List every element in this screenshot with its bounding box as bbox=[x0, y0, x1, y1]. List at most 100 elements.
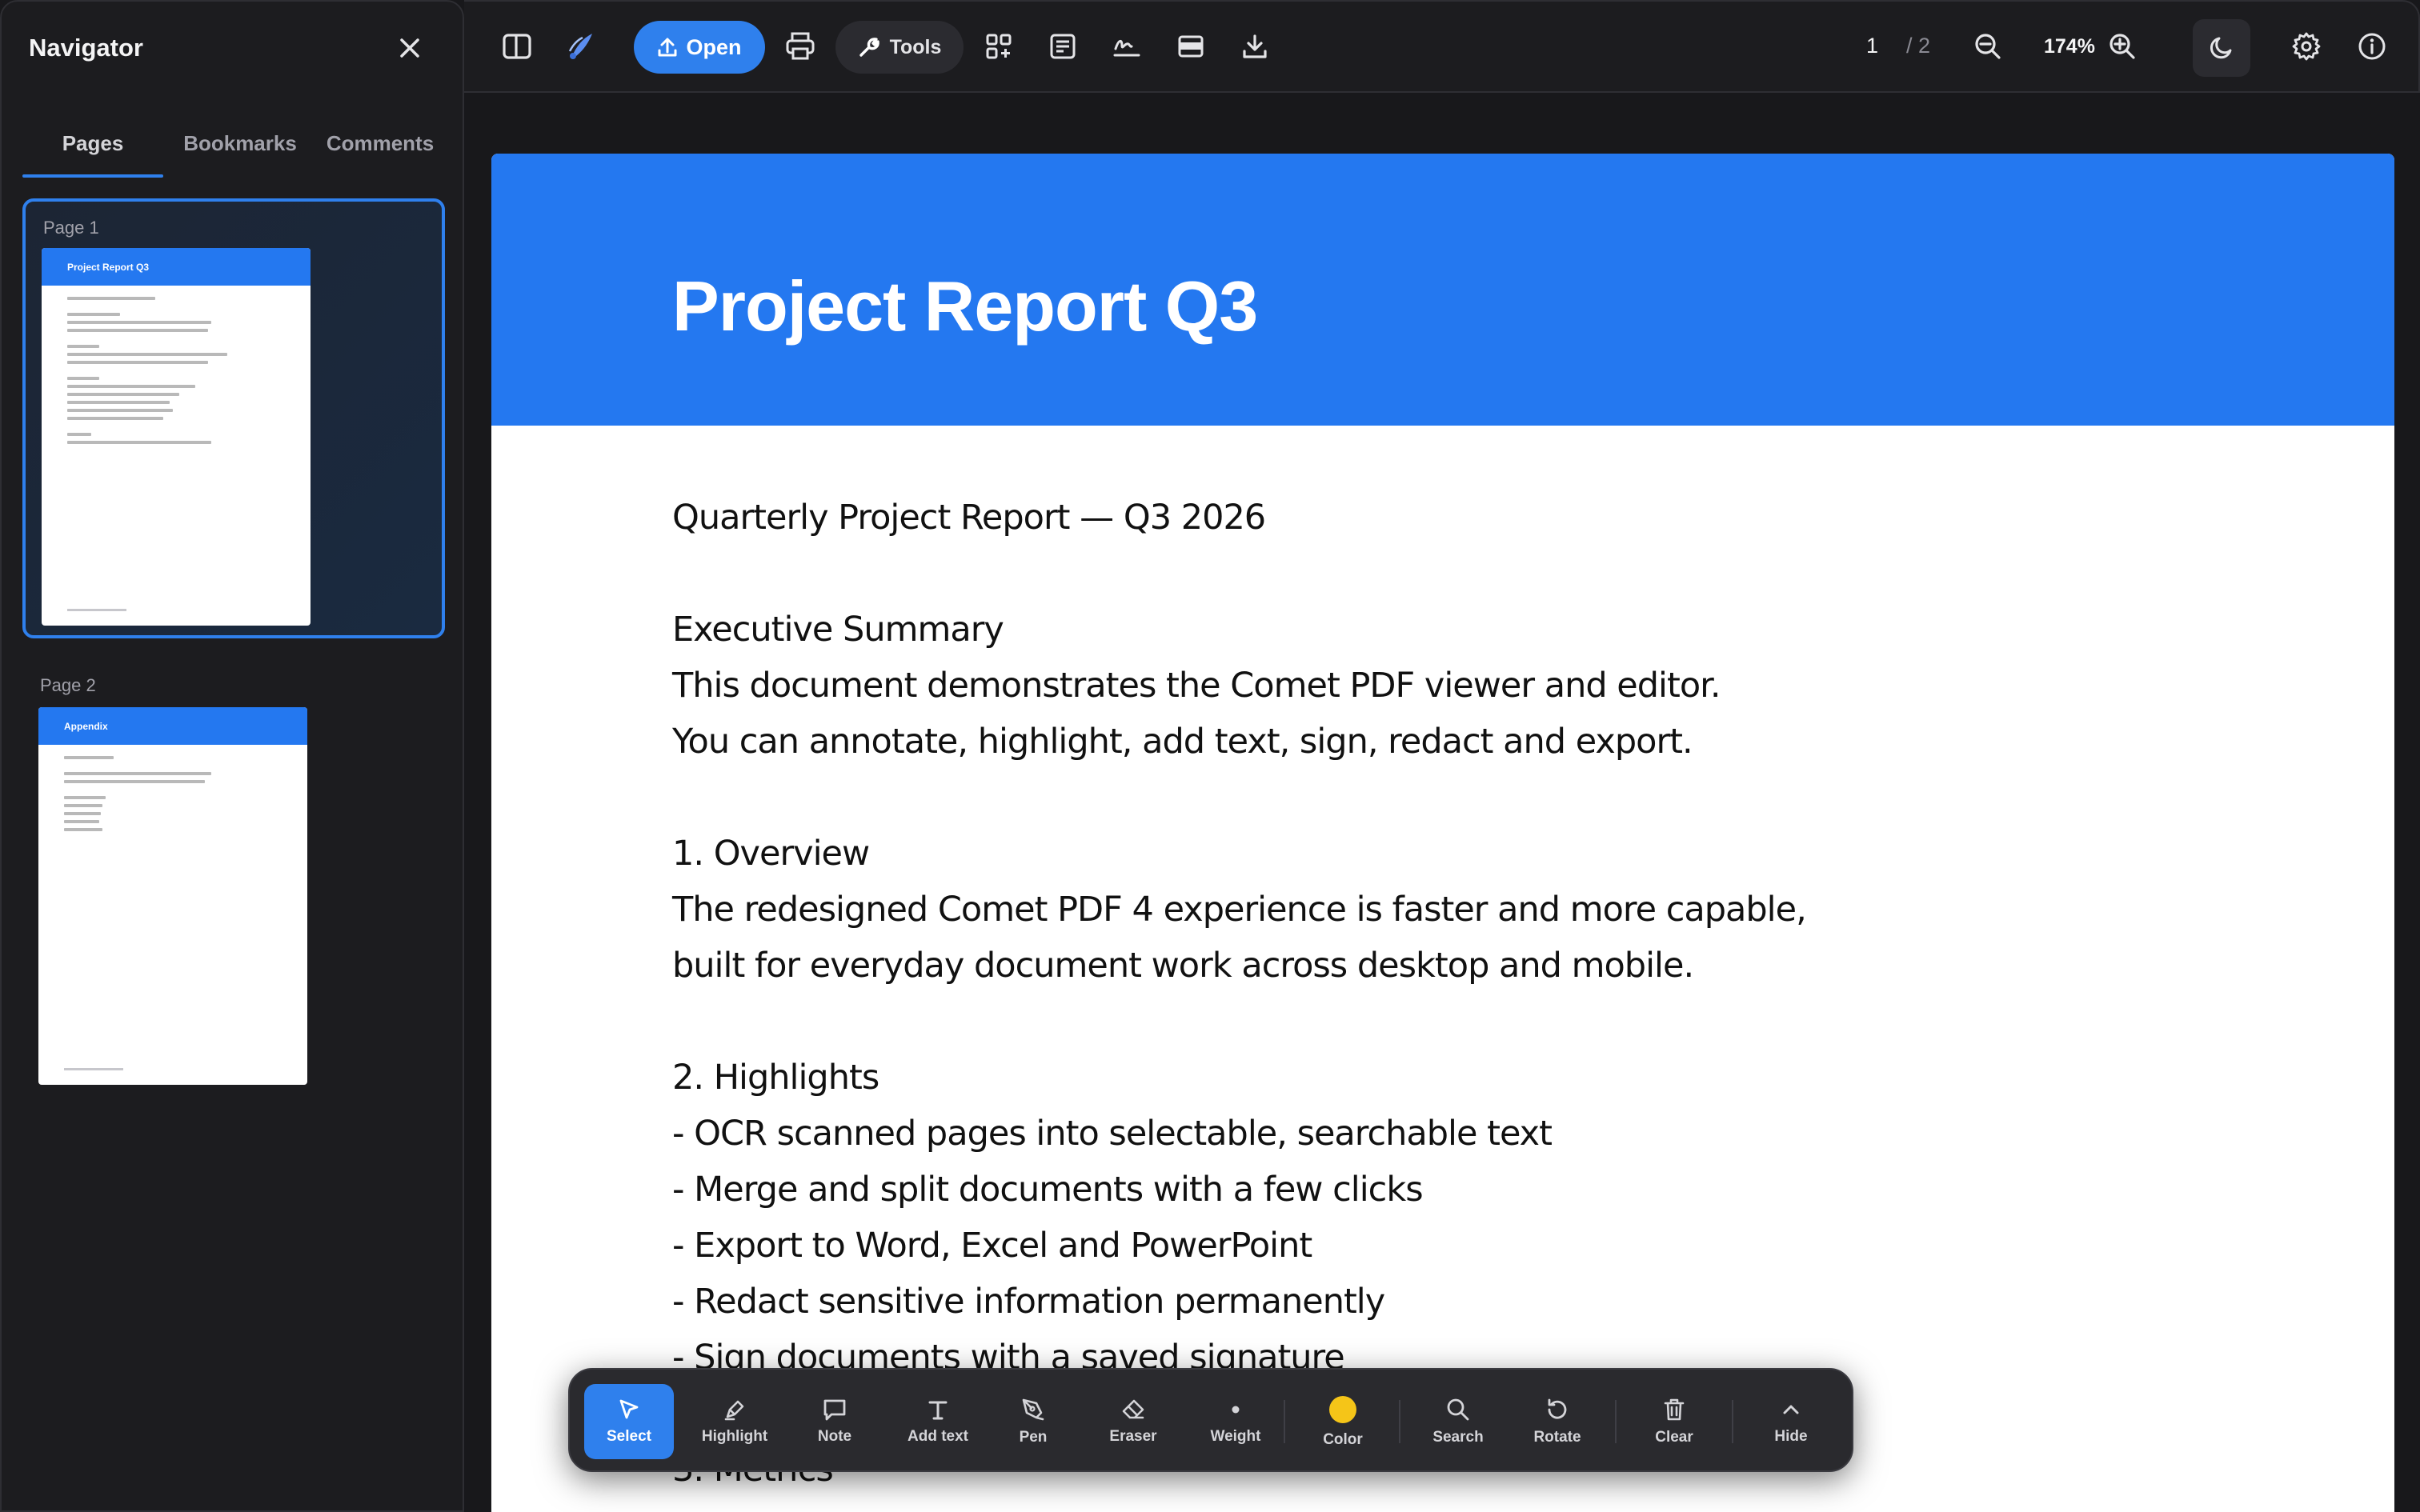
wrench-icon bbox=[859, 38, 879, 57]
toolbar-divider bbox=[1284, 1400, 1285, 1443]
weight-tool-label: Weight bbox=[1210, 1428, 1261, 1445]
thumbnail-label: Page 2 bbox=[40, 675, 96, 695]
gear-icon[interactable] bbox=[2286, 26, 2327, 67]
document-line: This document demonstrates the Comet PDF… bbox=[672, 666, 1721, 706]
page-thumbnail-1[interactable]: Page 1 Project Report Q3 bbox=[22, 198, 445, 638]
toolbar-divider bbox=[1732, 1400, 1733, 1443]
eraser-tool-label: Eraser bbox=[1109, 1428, 1157, 1445]
pen-tool-label: Pen bbox=[1019, 1429, 1048, 1446]
tools-button-label: Tools bbox=[889, 35, 942, 58]
document-title: Project Report Q3 bbox=[672, 266, 1258, 346]
upload-icon bbox=[658, 38, 677, 57]
trash-icon bbox=[1664, 1398, 1685, 1421]
highlight-tool-button[interactable]: Highlight bbox=[690, 1384, 779, 1459]
clear-tool-label: Clear bbox=[1655, 1429, 1693, 1446]
info-icon[interactable] bbox=[2351, 26, 2393, 67]
search-tool-button[interactable]: Search bbox=[1413, 1384, 1503, 1459]
comet-logo-icon[interactable] bbox=[560, 26, 602, 67]
document-header-band: Project Report Q3 bbox=[491, 154, 2394, 426]
thumbnail-preview: Appendix bbox=[38, 707, 307, 1085]
document-line: Quarterly Project Report — Q3 2026 bbox=[672, 498, 1266, 538]
sidebar-toggle-icon[interactable] bbox=[496, 26, 538, 67]
pen-icon bbox=[1022, 1398, 1044, 1421]
thumbnail-text-lines bbox=[38, 745, 307, 831]
document-body: Quarterly Project Report — Q3 2026 Execu… bbox=[672, 490, 1807, 1498]
pdf-page[interactable]: Project Report Q3 Quarterly Project Repo… bbox=[491, 154, 2394, 1512]
thumbnail-heading: Project Report Q3 bbox=[42, 248, 311, 286]
thumbnail-footer bbox=[67, 609, 126, 611]
thumbnail-preview: Project Report Q3 bbox=[42, 248, 311, 626]
select-tool-button[interactable]: Select bbox=[584, 1384, 674, 1459]
note-icon bbox=[823, 1399, 846, 1421]
dot-icon bbox=[1232, 1406, 1240, 1414]
document-line: You can annotate, highlight, add text, s… bbox=[672, 722, 1693, 762]
print-icon[interactable] bbox=[779, 26, 821, 67]
document-line: The redesigned Comet PDF 4 experience is… bbox=[672, 890, 1807, 930]
toolbar-divider bbox=[1399, 1400, 1400, 1443]
thumbnail-label: Page 1 bbox=[43, 218, 99, 238]
highlighter-icon bbox=[724, 1400, 744, 1421]
page-thumbnail-2[interactable]: Page 2 Appendix bbox=[22, 662, 445, 1094]
document-line: Executive Summary bbox=[672, 610, 1004, 650]
tools-button[interactable]: Tools bbox=[835, 21, 964, 74]
eraser-icon bbox=[1122, 1399, 1144, 1419]
note-tool-button[interactable]: Note bbox=[795, 1384, 874, 1459]
toolbar-divider bbox=[1615, 1400, 1617, 1443]
close-icon[interactable] bbox=[394, 32, 426, 64]
open-button[interactable]: Open bbox=[634, 21, 765, 74]
note-tool-label: Note bbox=[817, 1428, 852, 1445]
zoom-in-icon[interactable] bbox=[2101, 26, 2143, 67]
weight-tool-button[interactable]: Weight bbox=[1191, 1384, 1280, 1459]
document-line: - OCR scanned pages into selectable, sea… bbox=[672, 1114, 1553, 1154]
color-swatch-icon bbox=[1329, 1396, 1356, 1423]
moon-icon bbox=[2210, 37, 2232, 59]
rotate-icon bbox=[1548, 1398, 1567, 1419]
annotation-toolbar: Select Highlight Note Add text Pen Erase… bbox=[568, 1368, 1853, 1472]
redact-icon[interactable] bbox=[1170, 26, 1212, 67]
color-tool-button[interactable]: Color bbox=[1298, 1384, 1388, 1459]
cursor-icon bbox=[619, 1399, 639, 1419]
hide-toolbar-label: Hide bbox=[1774, 1428, 1808, 1445]
zoom-out-icon[interactable] bbox=[1967, 26, 2009, 67]
search-icon bbox=[1447, 1398, 1469, 1421]
thumbnail-footer bbox=[64, 1068, 123, 1070]
dark-mode-toggle[interactable] bbox=[2193, 19, 2250, 77]
chevron-up-icon bbox=[1783, 1405, 1799, 1414]
document-line: - Redact sensitive information permanent… bbox=[672, 1282, 1385, 1322]
pen-tool-button[interactable]: Pen bbox=[994, 1384, 1072, 1459]
document-line: 2. Highlights bbox=[672, 1058, 879, 1098]
thumbnail-heading: Appendix bbox=[38, 707, 307, 745]
thumbnail-text-lines bbox=[42, 286, 311, 444]
current-page[interactable]: 1 bbox=[1866, 34, 1878, 58]
form-icon[interactable] bbox=[1042, 26, 1084, 67]
main-toolbar: Open Tools 1 / 2 174% bbox=[464, 0, 2420, 93]
total-pages: / 2 bbox=[1906, 34, 1931, 58]
tab-comments[interactable]: Comments bbox=[312, 122, 448, 178]
open-button-label: Open bbox=[686, 34, 742, 59]
rotate-tool-label: Rotate bbox=[1533, 1429, 1581, 1446]
navigator-title: Navigator bbox=[29, 34, 143, 62]
rotate-tool-button[interactable]: Rotate bbox=[1512, 1384, 1602, 1459]
navigator-sidebar: Navigator Pages Bookmarks Comments Page … bbox=[0, 0, 464, 1512]
hide-toolbar-button[interactable]: Hide bbox=[1746, 1384, 1836, 1459]
navigator-tabs: Pages Bookmarks Comments bbox=[22, 122, 443, 179]
signature-icon[interactable] bbox=[1106, 26, 1148, 67]
add-text-tool-label: Add text bbox=[908, 1428, 968, 1445]
tab-bookmarks[interactable]: Bookmarks bbox=[170, 122, 311, 178]
download-icon[interactable] bbox=[1234, 26, 1276, 67]
add-text-tool-button[interactable]: Add text bbox=[888, 1384, 988, 1459]
highlight-tool-label: Highlight bbox=[701, 1428, 768, 1445]
search-tool-label: Search bbox=[1432, 1429, 1484, 1446]
text-icon bbox=[928, 1401, 948, 1420]
color-tool-label: Color bbox=[1323, 1431, 1363, 1448]
organize-pages-icon[interactable] bbox=[978, 26, 1020, 67]
tab-pages[interactable]: Pages bbox=[22, 122, 163, 178]
document-line: built for everyday document work across … bbox=[672, 946, 1694, 986]
zoom-level[interactable]: 174% bbox=[2044, 35, 2095, 58]
clear-tool-button[interactable]: Clear bbox=[1629, 1384, 1719, 1459]
eraser-tool-button[interactable]: Eraser bbox=[1088, 1384, 1178, 1459]
document-line: - Merge and split documents with a few c… bbox=[672, 1170, 1424, 1210]
